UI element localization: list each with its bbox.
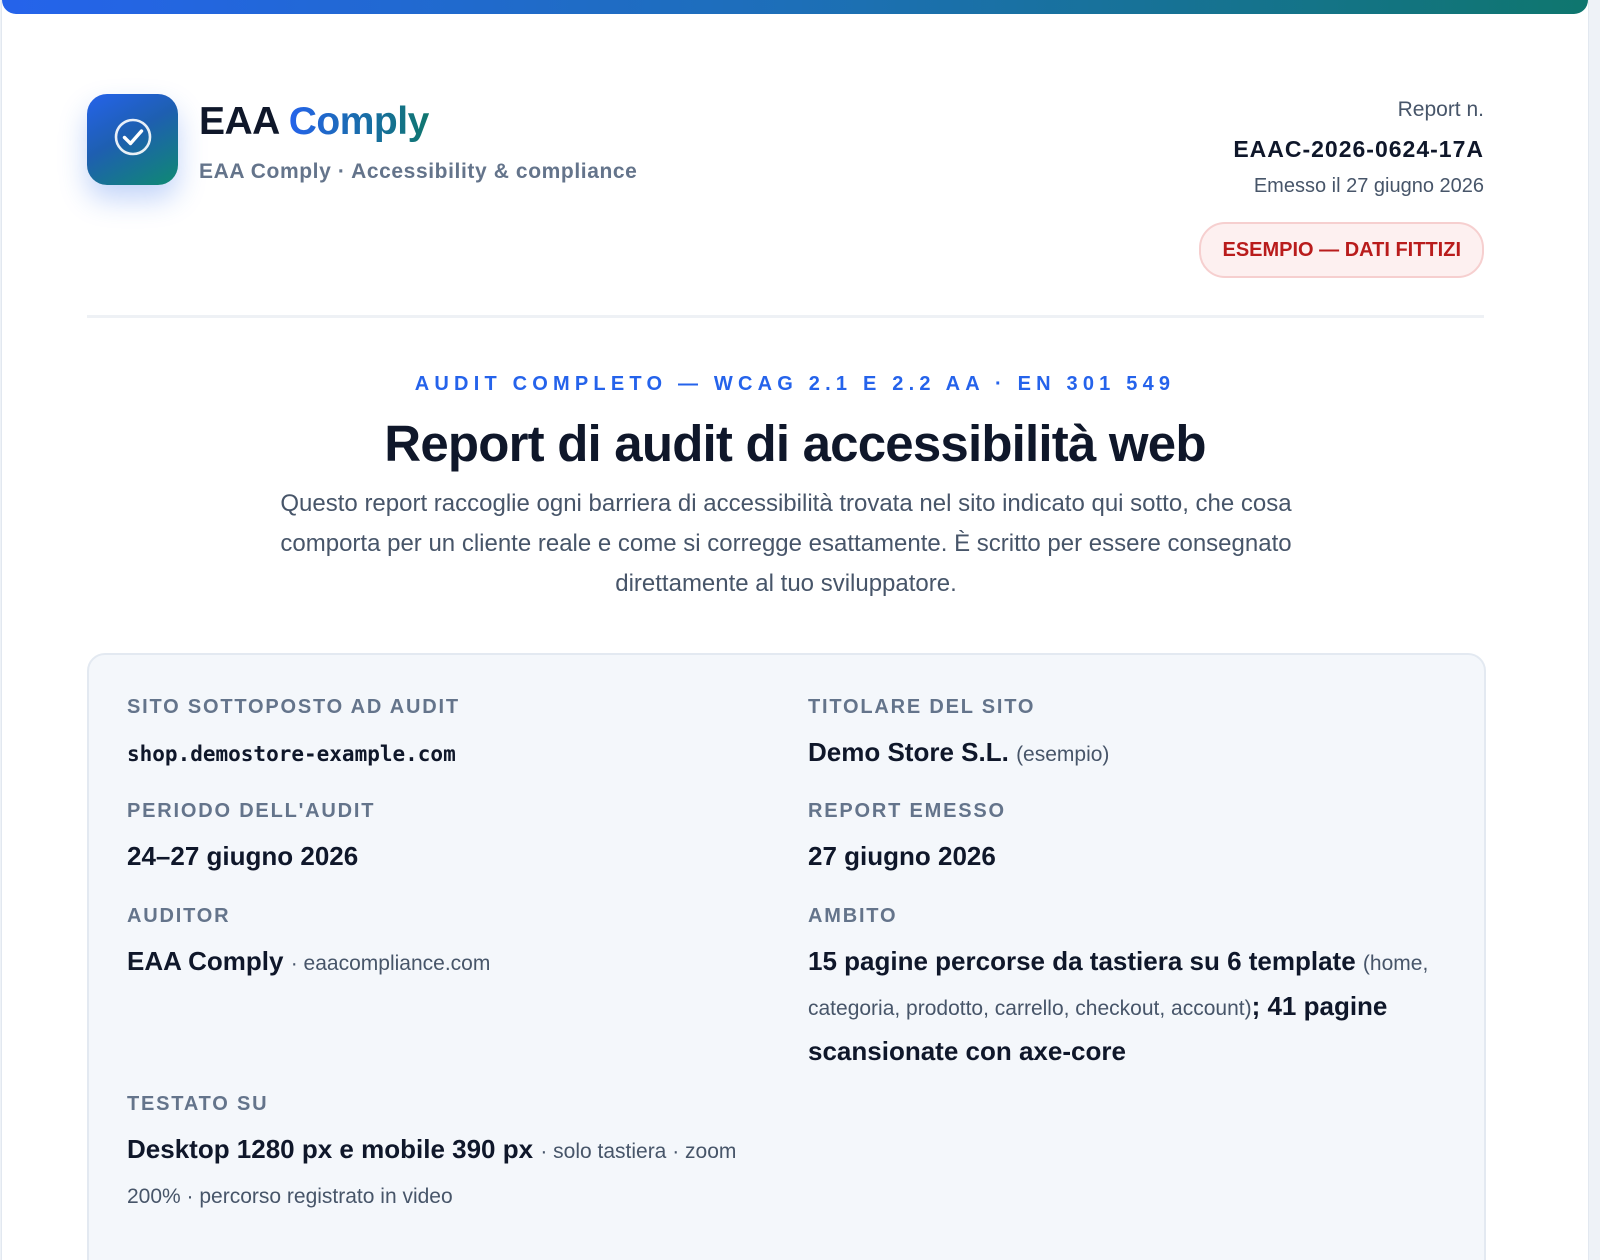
- auditor-name: EAA Comply: [127, 946, 284, 976]
- report-header: EAA Comply EAA Comply · Accessibility & …: [87, 94, 1484, 294]
- auditor-site: · eaacompliance.com: [290, 952, 491, 975]
- header-divider: [87, 315, 1484, 318]
- tested-value: Desktop 1280 px e mobile 390 px · solo t…: [127, 1128, 767, 1218]
- report-sheet: EAA Comply EAA Comply · Accessibility & …: [2, 0, 1588, 1260]
- accent-bar: [2, 0, 1588, 14]
- auditor-label: AUDITOR: [127, 905, 231, 927]
- brand-name-accent: Comply: [288, 100, 430, 143]
- report-meta: Report n. EAAC-2026-0624-17A Emesso il 2…: [1199, 94, 1484, 278]
- owner-value: Demo Store S.L. (esempio): [808, 735, 1109, 772]
- brand-name-main: EAA: [199, 100, 279, 143]
- brand-name: EAA Comply: [199, 100, 429, 144]
- field-owner: TITOLARE DEL SITO Demo Store S.L. (esemp…: [808, 695, 1109, 772]
- audit-details-panel: SITO SOTTOPOSTO AD AUDIT shop.demostore-…: [87, 653, 1486, 1260]
- audit-kicker: AUDIT COMPLETO — WCAG 2.1 E 2.2 AA · EN …: [414, 373, 1176, 395]
- field-scope: AMBITO 15 pagine percorse da tastiera su…: [808, 904, 1448, 1072]
- site-url: shop.demostore-example.com: [127, 742, 456, 766]
- period-value: 24–27 giugno 2026: [127, 841, 359, 871]
- issued-label: REPORT EMESSO: [808, 800, 1006, 822]
- brand-tagline: EAA Comply · Accessibility & compliance: [199, 160, 638, 183]
- check-circle-icon: [113, 117, 153, 162]
- field-auditor: AUDITOR EAA Comply · eaacompliance.com: [127, 904, 490, 981]
- scope-label: AMBITO: [808, 905, 898, 927]
- field-tested: TESTATO SU Desktop 1280 px e mobile 390 …: [127, 1092, 767, 1218]
- report-issued-date: Emesso il 27 giugno 2026: [1253, 175, 1484, 197]
- issued-value: 27 giugno 2026: [808, 841, 996, 871]
- owner-name: Demo Store S.L.: [808, 737, 1009, 767]
- owner-note: (esempio): [1016, 743, 1110, 766]
- field-period: PERIODO DELL'AUDIT 24–27 giugno 2026: [127, 799, 375, 873]
- sample-data-badge: ESEMPIO — DATI FITTIZI: [1199, 222, 1484, 278]
- site-label: SITO SOTTOPOSTO AD AUDIT: [127, 696, 460, 718]
- field-issued: REPORT EMESSO 27 giugno 2026: [808, 799, 1006, 873]
- tested-label: TESTATO SU: [127, 1093, 269, 1115]
- report-number: EAAC-2026-0624-17A: [1233, 136, 1484, 162]
- auditor-value: EAA Comply · eaacompliance.com: [127, 944, 490, 981]
- page-title: Report di audit di accessibilità web: [384, 415, 1206, 472]
- brand-logo: [87, 94, 178, 185]
- owner-label: TITOLARE DEL SITO: [808, 696, 1036, 718]
- scope-value: 15 pagine percorse da tastiera su 6 temp…: [808, 940, 1448, 1072]
- scope-main: 15 pagine percorse da tastiera su 6 temp…: [808, 946, 1356, 976]
- intro-text: Questo report raccoglie ogni barriera di…: [280, 490, 1292, 597]
- field-site: SITO SOTTOPOSTO AD AUDIT shop.demostore-…: [127, 695, 460, 771]
- tested-devices: Desktop 1280 px e mobile 390 px: [127, 1134, 534, 1164]
- report-number-label: Report n.: [1397, 98, 1484, 121]
- period-label: PERIODO DELL'AUDIT: [127, 800, 376, 822]
